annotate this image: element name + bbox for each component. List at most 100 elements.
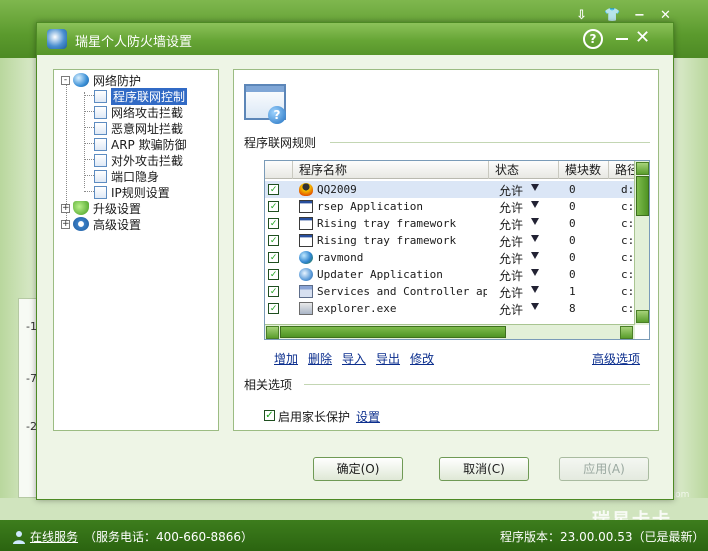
status-value[interactable]: 允许 bbox=[499, 233, 523, 250]
program-name: ravmond bbox=[317, 251, 364, 264]
app-close-icon[interactable]: ✕ bbox=[660, 8, 671, 23]
table-row[interactable]: ✓ explorer.exe 允许 8 c:\ bbox=[265, 300, 635, 317]
program-name: QQ2009 bbox=[317, 183, 357, 196]
dropdown-arrow-icon[interactable] bbox=[531, 303, 539, 310]
dropdown-arrow-icon[interactable] bbox=[531, 184, 539, 191]
program-path: c:\ bbox=[621, 234, 635, 247]
collapse-icon[interactable]: - bbox=[61, 75, 70, 85]
tree-label: 网络防护 bbox=[93, 73, 142, 88]
status-value[interactable]: 允许 bbox=[499, 267, 523, 284]
app-skin-icon[interactable]: 👕 bbox=[604, 8, 620, 23]
scroll-thumb[interactable] bbox=[636, 176, 649, 216]
horizontal-scrollbar[interactable] bbox=[265, 324, 635, 339]
row-checkbox[interactable]: ✓ bbox=[268, 235, 279, 246]
column-status[interactable]: 状态 bbox=[489, 161, 559, 179]
tree-label: IP规则设置 bbox=[111, 185, 170, 200]
dialog-title: 瑞星个人防火墙设置 bbox=[75, 35, 193, 50]
row-checkbox[interactable]: ✓ bbox=[268, 286, 279, 297]
row-checkbox[interactable]: ✓ bbox=[268, 201, 279, 212]
tree-item-port-stealth[interactable]: 端口隐身 bbox=[94, 168, 159, 184]
ok-button[interactable]: 确定(O) bbox=[313, 457, 403, 481]
dialog-titlebar: 瑞星个人防火墙设置 ? ✕ bbox=[37, 23, 673, 55]
dropdown-arrow-icon[interactable] bbox=[531, 286, 539, 293]
delete-rule-link[interactable]: 删除 bbox=[308, 350, 332, 367]
table-row[interactable]: ✓ rsep Application 允许 0 c:\ bbox=[265, 198, 635, 215]
module-count: 0 bbox=[569, 217, 576, 230]
scroll-down-icon[interactable] bbox=[636, 310, 649, 323]
list-header: 程序名称 状态 模块数 路径 bbox=[265, 161, 649, 179]
table-row[interactable]: ✓ QQ2009 允许 0 d:\ bbox=[265, 181, 635, 198]
modify-rule-link[interactable]: 修改 bbox=[410, 350, 434, 367]
module-count: 0 bbox=[569, 183, 576, 196]
status-value[interactable]: 允许 bbox=[499, 182, 523, 199]
row-checkbox[interactable]: ✓ bbox=[268, 218, 279, 229]
program-path: d:\ bbox=[621, 183, 635, 196]
apply-button[interactable]: 应用(A) bbox=[559, 457, 649, 481]
module-count: 0 bbox=[569, 234, 576, 247]
dropdown-arrow-icon[interactable] bbox=[531, 201, 539, 208]
tree-item-upgrade-settings[interactable]: + 升级设置 bbox=[61, 200, 141, 216]
tree-item-malicious-url-block[interactable]: 恶意网址拦截 bbox=[94, 120, 183, 136]
tree-item-advanced-settings[interactable]: + 高级设置 bbox=[61, 216, 141, 232]
import-rules-link[interactable]: 导入 bbox=[342, 350, 366, 367]
row-checkbox[interactable]: ✓ bbox=[268, 303, 279, 314]
tree-item-outbound-attack-block[interactable]: 对外攻击拦截 bbox=[94, 152, 183, 168]
cancel-button[interactable]: 取消(C) bbox=[439, 457, 529, 481]
tree-label: 网络攻击拦截 bbox=[111, 105, 184, 120]
expand-icon[interactable]: + bbox=[61, 219, 70, 229]
tree-item-network-protection[interactable]: - 网络防护 bbox=[61, 72, 141, 88]
status-value[interactable]: 允许 bbox=[499, 216, 523, 233]
vertical-scrollbar[interactable] bbox=[634, 161, 649, 325]
table-row[interactable]: ✓ Rising tray framework 允许 0 c:\ bbox=[265, 215, 635, 232]
scroll-left-icon[interactable] bbox=[266, 326, 279, 339]
minimize-button[interactable] bbox=[613, 29, 631, 47]
scroll-up-icon[interactable] bbox=[636, 162, 649, 175]
parental-settings-link[interactable]: 设置 bbox=[356, 408, 380, 425]
module-count: 0 bbox=[569, 251, 576, 264]
add-rule-link[interactable]: 增加 bbox=[274, 350, 298, 367]
scroll-thumb[interactable] bbox=[280, 326, 506, 338]
column-check[interactable] bbox=[265, 161, 293, 179]
app-window-icon bbox=[299, 200, 313, 213]
dropdown-arrow-icon[interactable] bbox=[531, 269, 539, 276]
status-value[interactable]: 允许 bbox=[499, 301, 523, 318]
tree-item-program-network-control[interactable]: 程序联网控制 bbox=[94, 87, 188, 105]
dropdown-arrow-icon[interactable] bbox=[531, 235, 539, 242]
expand-icon[interactable]: + bbox=[61, 203, 70, 213]
tree-item-arp-defense[interactable]: ARP 欺骗防御 bbox=[94, 136, 187, 152]
table-row[interactable]: ✓ Rising tray framework 允许 0 c:\ bbox=[265, 232, 635, 249]
help-button[interactable]: ? bbox=[583, 29, 603, 49]
advanced-options-link[interactable]: 高级选项 bbox=[592, 350, 640, 367]
app-download-icon[interactable]: ⇩ bbox=[576, 8, 587, 23]
status-value[interactable]: 允许 bbox=[499, 199, 523, 216]
export-rules-link[interactable]: 导出 bbox=[376, 350, 400, 367]
online-service[interactable]: 在线服务 bbox=[12, 528, 78, 545]
dropdown-arrow-icon[interactable] bbox=[531, 252, 539, 259]
tree-label: 对外攻击拦截 bbox=[111, 153, 184, 168]
program-path: c:\ bbox=[621, 217, 635, 230]
module-count: 0 bbox=[569, 268, 576, 281]
scroll-right-icon[interactable] bbox=[620, 326, 633, 339]
program-path: c:\ bbox=[621, 302, 635, 315]
status-value[interactable]: 允许 bbox=[499, 250, 523, 267]
app-footer: 在线服务 （服务电话：400-660-8866） 程序版本：23.00.00.5… bbox=[0, 520, 708, 551]
tree-item-network-attack-block[interactable]: 网络攻击拦截 bbox=[94, 104, 183, 120]
dropdown-arrow-icon[interactable] bbox=[531, 218, 539, 225]
program-name: rsep Application bbox=[317, 200, 423, 213]
column-program-name[interactable]: 程序名称 bbox=[293, 161, 489, 179]
status-value[interactable]: 允许 bbox=[499, 284, 523, 301]
row-checkbox[interactable]: ✓ bbox=[268, 252, 279, 263]
program-path: c:\ bbox=[621, 200, 635, 213]
row-checkbox[interactable]: ✓ bbox=[268, 269, 279, 280]
column-modules[interactable]: 模块数 bbox=[559, 161, 609, 179]
row-checkbox[interactable]: ✓ bbox=[268, 184, 279, 195]
table-row[interactable]: ✓ Updater Application 允许 0 c:\ bbox=[265, 266, 635, 283]
program-rules-list: 程序名称 状态 模块数 路径 ✓ QQ2009 允许 0 d:\ ✓ rsep … bbox=[264, 160, 650, 340]
online-service-link[interactable]: 在线服务 bbox=[30, 528, 78, 545]
table-row[interactable]: ✓ Services and Controller app 允许 1 c:\ bbox=[265, 283, 635, 300]
close-button[interactable]: ✕ bbox=[635, 27, 650, 48]
tree-item-ip-rules[interactable]: IP规则设置 bbox=[94, 184, 170, 200]
table-row[interactable]: ✓ ravmond 允许 0 c:\ bbox=[265, 249, 635, 266]
app-minimize-icon[interactable]: − bbox=[634, 8, 645, 23]
parental-protection-checkbox[interactable]: ✓ bbox=[264, 410, 275, 421]
